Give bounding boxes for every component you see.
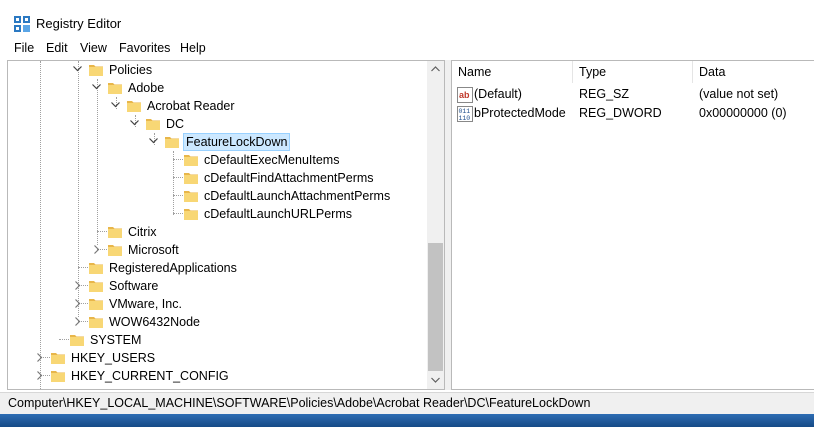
menu-view[interactable]: View [80,41,107,55]
folder-open-icon [164,134,180,150]
svg-text:ab: ab [459,90,470,100]
registry-editor-window: Registry Editor File Edit View Favorites… [0,0,814,414]
binary-value-icon: 011 110 [457,106,473,122]
expand-chevron-icon[interactable] [71,296,85,312]
folder-icon [88,314,104,330]
menu-bar: File Edit View Favorites Help [0,38,814,60]
value-row[interactable]: ab (Default) REG_SZ (value not set) [452,85,814,104]
values-list-pane[interactable]: Name Type Data ab (Default) REG_SZ (valu… [451,60,814,390]
title-bar: Registry Editor [0,0,814,38]
folder-icon [183,152,199,168]
folder-icon [107,242,123,258]
tree-node-label: HKEY_USERS [71,351,156,365]
tree-node-label: Policies [109,63,153,77]
value-row[interactable]: 011 110 bProtectedMode REG_DWORD 0x00000… [452,104,814,123]
svg-text:110: 110 [459,115,471,122]
value-data: (value not set) [699,87,779,101]
tree-vertical-scrollbar[interactable] [427,61,444,389]
value-name: (Default) [474,87,522,101]
folder-icon [50,350,66,366]
collapse-chevron-icon[interactable] [109,98,123,114]
tree-node-label: Microsoft [128,243,179,257]
tree-node-label: DC [166,117,185,131]
folder-icon [88,278,104,294]
expand-chevron-icon[interactable] [71,314,85,330]
collapse-chevron-icon[interactable] [147,134,161,150]
scroll-down-button[interactable] [427,372,444,389]
folder-icon [69,332,85,348]
scroll-up-button[interactable] [427,61,444,78]
tree-node-label: Citrix [128,225,157,239]
scroll-thumb[interactable] [428,243,443,371]
folder-icon [183,188,199,204]
window-title: Registry Editor [36,16,122,31]
value-type: REG_DWORD [579,106,662,120]
desktop-taskbar-edge [0,414,814,427]
tree-node-label: cDefaultLaunchURLPerms [204,207,352,221]
tree-node-label: cDefaultExecMenuItems [204,153,340,167]
folder-open-icon [107,80,123,96]
status-bar: Computer\HKEY_LOCAL_MACHINE\SOFTWARE\Pol… [0,392,814,414]
value-type: REG_SZ [579,87,630,101]
expand-chevron-icon[interactable] [33,368,47,384]
menu-favorites[interactable]: Favorites [119,41,170,55]
svg-text:011: 011 [459,108,471,115]
folder-open-icon [126,98,142,114]
value-name: bProtectedMode [474,106,566,120]
value-data: 0x00000000 (0) [699,106,787,120]
chevron-down-icon [431,377,440,383]
expand-chevron-icon[interactable] [33,350,47,366]
tree-node-label: SYSTEM [90,333,142,347]
key-tree-pane[interactable]: Policies Adobe Acrobat Reader DC Feature… [7,60,445,390]
folder-icon [88,296,104,312]
chevron-up-icon [431,66,440,72]
folder-icon [88,260,104,276]
column-header-type[interactable]: Type [573,61,693,83]
folder-icon [183,170,199,186]
tree-node-label: HKEY_CURRENT_CONFIG [71,369,229,383]
menu-edit[interactable]: Edit [46,41,68,55]
folder-icon [183,206,199,222]
column-header-data[interactable]: Data [693,61,813,83]
registry-editor-icon [14,16,30,32]
folder-icon [50,368,66,384]
tree-node-label: Adobe [128,81,165,95]
expand-chevron-icon[interactable] [90,242,104,258]
folder-open-icon [145,116,161,132]
current-key-path: Computer\HKEY_LOCAL_MACHINE\SOFTWARE\Pol… [8,396,591,410]
column-header-name[interactable]: Name [452,61,572,83]
string-value-icon: ab [457,87,473,103]
collapse-chevron-icon[interactable] [128,116,142,132]
collapse-chevron-icon[interactable] [90,80,104,96]
tree-node-label: Acrobat Reader [147,99,235,113]
menu-file[interactable]: File [14,41,34,55]
tree-node-label: Software [109,279,159,293]
tree-node-label: cDefaultLaunchAttachmentPerms [204,189,391,203]
collapse-chevron-icon[interactable] [71,62,85,78]
folder-icon [107,224,123,240]
tree-node-label: VMware, Inc. [109,297,182,311]
expand-chevron-icon[interactable] [71,278,85,294]
tree-node-label: cDefaultFindAttachmentPerms [204,171,374,185]
tree-node-label: FeatureLockDown [183,133,291,151]
folder-open-icon [88,62,104,78]
menu-help[interactable]: Help [180,41,206,55]
tree-node-label: RegisteredApplications [109,261,237,275]
tree-node-label: WOW6432Node [109,315,201,329]
